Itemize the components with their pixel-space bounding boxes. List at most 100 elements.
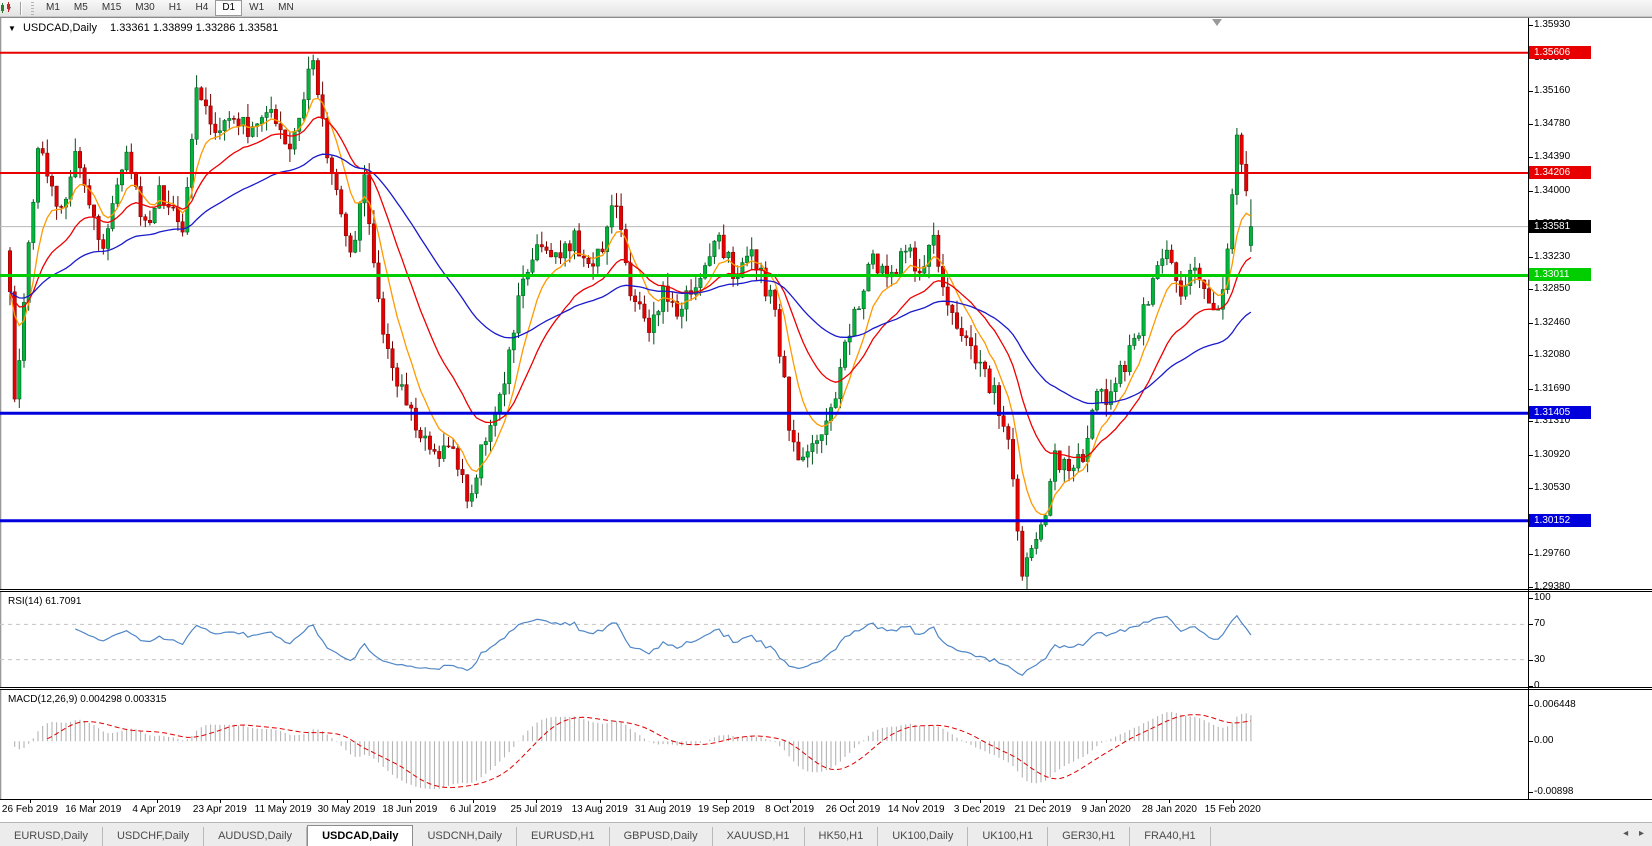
price-tick-mark: [1528, 289, 1533, 290]
macd-tick-mark: [1528, 741, 1533, 742]
time-tick-mark: [473, 799, 474, 803]
price-level-badge: 1.33581: [1529, 220, 1591, 233]
tab-scroll-left-button[interactable]: ◂: [1623, 828, 1632, 839]
candlesticks: [8, 55, 1252, 589]
timeframe-mn[interactable]: MN: [271, 0, 301, 16]
tab-ger30-h1[interactable]: GER30,H1: [1048, 827, 1130, 846]
symbol-period-label: USDCAD,Daily: [23, 22, 97, 34]
tab-usdcnh-daily[interactable]: USDCNH,Daily: [413, 827, 517, 846]
price-tick-mark: [1528, 554, 1533, 555]
date-label: 21 Dec 2019: [1014, 804, 1071, 815]
chart-tab-bar: EURUSD,DailyUSDCHF,DailyAUDUSD,DailyUSDC…: [0, 822, 1652, 846]
chart-type-button[interactable]: ▾: [4, 4, 14, 13]
date-label: 6 Jul 2019: [450, 804, 496, 815]
price-tick-label: 1.30920: [1534, 449, 1570, 460]
price-tick-mark: [1528, 587, 1533, 588]
toolbar-grip[interactable]: [31, 2, 34, 15]
price-tick-label: 1.32080: [1534, 349, 1570, 360]
time-axis-border: [0, 799, 1652, 800]
price-tick-label: 1.34780: [1534, 118, 1570, 129]
date-label: 11 May 2019: [255, 804, 312, 815]
date-label: 15 Feb 2020: [1205, 804, 1261, 815]
price-tick-mark: [1528, 124, 1533, 125]
price-tick-mark: [1528, 355, 1533, 356]
tab-gbpusd-daily[interactable]: GBPUSD,Daily: [610, 827, 713, 846]
tab-xauusd-h1[interactable]: XAUUSD,H1: [713, 827, 805, 846]
price-tick-label: 1.35930: [1534, 19, 1570, 30]
rsi-chart[interactable]: [0, 592, 1528, 687]
panel-splitter-rsi[interactable]: [0, 589, 1652, 592]
price-tick-label: 1.30530: [1534, 482, 1570, 493]
macd-chart[interactable]: [0, 690, 1528, 799]
time-tick-mark: [853, 799, 854, 803]
price-tick-label: 1.32460: [1534, 317, 1570, 328]
time-tick-mark: [536, 799, 537, 803]
time-tick-mark: [347, 799, 348, 803]
date-label: 28 Jan 2020: [1142, 804, 1197, 815]
rsi-indicator-label: RSI(14) 61.7091: [8, 596, 81, 607]
rsi-tick-label: 0: [1534, 680, 1540, 691]
collapse-triangle-icon[interactable]: ▼: [8, 24, 16, 33]
tab-eurusd-h1[interactable]: EURUSD,H1: [517, 827, 610, 846]
time-tick-mark: [916, 799, 917, 803]
rsi-levels: [0, 624, 1528, 659]
timeframe-m15[interactable]: M15: [95, 0, 128, 16]
timeframe-w1[interactable]: W1: [242, 0, 271, 16]
tab-scroll-right-button[interactable]: ▸: [1639, 828, 1648, 839]
time-tick-mark: [410, 799, 411, 803]
date-label: 26 Feb 2019: [2, 804, 58, 815]
tab-fra40-h1[interactable]: FRA40,H1: [1130, 827, 1210, 846]
rsi-tick-mark: [1528, 598, 1533, 599]
time-tick-mark: [93, 799, 94, 803]
time-tick-mark: [726, 799, 727, 803]
date-label: 30 May 2019: [318, 804, 376, 815]
price-tick-label: 1.35160: [1534, 85, 1570, 96]
timeframe-d1[interactable]: D1: [215, 0, 242, 16]
timeframe-h4[interactable]: H4: [189, 0, 216, 16]
panel-splitter-macd[interactable]: [0, 687, 1652, 690]
date-label: 16 Mar 2019: [65, 804, 121, 815]
mt4-window: ▾ M1M5M15M30H1H4D1W1MN ▼ USDCAD,Daily 1.…: [0, 0, 1652, 846]
macd-indicator-label: MACD(12,26,9) 0.004298 0.003315: [8, 694, 166, 705]
chart-title: ▼ USDCAD,Daily 1.33361 1.33899 1.33286 1…: [8, 22, 278, 34]
price-tick-mark: [1528, 455, 1533, 456]
main-price-chart[interactable]: [0, 18, 1528, 589]
price-tick-mark: [1528, 421, 1533, 422]
tab-hk50-h1[interactable]: HK50,H1: [805, 827, 879, 846]
timeframe-m30[interactable]: M30: [128, 0, 161, 16]
price-level-badge: 1.33011: [1529, 268, 1591, 281]
date-label: 23 Apr 2019: [193, 804, 247, 815]
toolbar-separator: [20, 2, 22, 15]
date-label: 13 Aug 2019: [572, 804, 628, 815]
candlestick-chart-icon: [0, 2, 13, 14]
date-label: 9 Jan 2020: [1081, 804, 1131, 815]
rsi-tick-label: 70: [1534, 618, 1545, 629]
price-tick-mark: [1528, 257, 1533, 258]
price-tick-mark: [1528, 323, 1533, 324]
macd-signal-line: [47, 715, 1251, 788]
time-tick-mark: [1043, 799, 1044, 803]
date-label: 26 Oct 2019: [826, 804, 880, 815]
tab-audusd-daily[interactable]: AUDUSD,Daily: [204, 827, 307, 846]
timeframe-h1[interactable]: H1: [162, 0, 189, 16]
time-tick-mark: [30, 799, 31, 803]
chart-shift-marker[interactable]: [1212, 19, 1222, 26]
tab-uk100-daily[interactable]: UK100,Daily: [878, 827, 968, 846]
time-tick-mark: [600, 799, 601, 803]
time-tick-mark: [220, 799, 221, 803]
price-tick-mark: [1528, 91, 1533, 92]
price-level-badge: 1.31405: [1529, 406, 1591, 419]
price-level-badge: 1.30152: [1529, 514, 1591, 527]
timeframe-m1[interactable]: M1: [39, 0, 67, 16]
tab-eurusd-daily[interactable]: EURUSD,Daily: [0, 827, 103, 846]
tab-usdcad-daily[interactable]: USDCAD,Daily: [307, 825, 413, 846]
price-tick-label: 1.32850: [1534, 283, 1570, 294]
date-label: 3 Dec 2019: [954, 804, 1005, 815]
tab-usdchf-daily[interactable]: USDCHF,Daily: [103, 827, 204, 846]
timeframe-m5[interactable]: M5: [67, 0, 95, 16]
date-label: 25 Jul 2019: [511, 804, 563, 815]
rsi-tick-label: 30: [1534, 654, 1545, 665]
price-tick-label: 1.33230: [1534, 251, 1570, 262]
rsi-tick-mark: [1528, 686, 1533, 687]
tab-uk100-h1[interactable]: UK100,H1: [968, 827, 1048, 846]
